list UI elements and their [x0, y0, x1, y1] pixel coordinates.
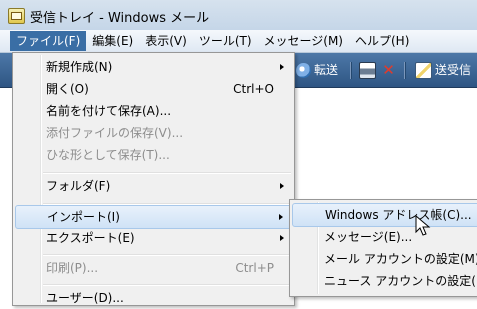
submenu-arrow-icon: [279, 214, 283, 220]
menu-item-label: フォルダ(F): [46, 179, 111, 193]
menu-view[interactable]: 表示(V): [139, 31, 193, 51]
submenu-arrow-icon: [280, 183, 284, 189]
menu-item-save-as[interactable]: 名前を付けて保存(A)...: [15, 100, 292, 122]
menu-item-export[interactable]: エクスポート(E): [15, 227, 292, 249]
menu-item-save-attachments[interactable]: 添付ファイルの保存(V)...: [15, 122, 292, 144]
submenu-item-news-account-settings[interactable]: ニュース アカウントの設定(N)...: [292, 270, 477, 292]
forward-icon: [296, 63, 311, 78]
menu-item-label: 名前を付けて保存(A)...: [46, 104, 172, 118]
menu-item-label: ユーザー(D)...: [46, 291, 124, 305]
menu-item-save-as-template[interactable]: ひな形として保存(T)...: [15, 144, 292, 166]
printer-icon: [359, 62, 376, 79]
menu-tools[interactable]: ツール(T): [193, 31, 258, 51]
menu-item-label: 開く(O): [46, 82, 89, 96]
send-receive-button[interactable]: 送受信: [415, 61, 471, 79]
mail-app-icon: [8, 8, 25, 24]
send-receive-label: 送受信: [435, 63, 472, 77]
menu-item-import[interactable]: インポート(I): [15, 205, 292, 229]
menu-bar: ファイル(F) 編集(E) 表示(V) ツール(T) メッセージ(M) ヘルプ(…: [0, 30, 477, 53]
file-menu-dropdown: 新規作成(N) 開く(O) Ctrl+O 名前を付けて保存(A)... 添付ファ…: [12, 52, 295, 306]
menu-item-new[interactable]: 新規作成(N): [15, 56, 292, 78]
menu-separator: [43, 254, 291, 256]
menu-item-shortcut: Ctrl+O: [233, 82, 274, 96]
menu-message[interactable]: メッセージ(M): [258, 31, 349, 51]
menu-item-label: 新規作成(N): [46, 60, 113, 74]
send-receive-icon: [415, 62, 432, 79]
menu-edit[interactable]: 編集(E): [86, 31, 139, 51]
toolbar-separator: [404, 62, 406, 79]
submenu-item-mail-account-settings[interactable]: メール アカウントの設定(M)...: [292, 248, 477, 270]
toolbar-separator: [350, 62, 352, 79]
forward-button[interactable]: 転送: [296, 61, 338, 79]
import-submenu: Windows アドレス帳(C)... メッセージ(E)... メール アカウン…: [289, 199, 477, 297]
menu-item-label: 添付ファイルの保存(V)...: [46, 126, 184, 140]
menu-file[interactable]: ファイル(F): [10, 31, 87, 51]
submenu-arrow-icon: [280, 64, 284, 70]
menu-item-open[interactable]: 開く(O) Ctrl+O: [15, 78, 292, 100]
print-button[interactable]: [359, 61, 379, 79]
menu-item-print[interactable]: 印刷(P)... Ctrl+P: [15, 257, 292, 279]
delete-x-icon: ✕: [382, 61, 395, 79]
menu-help[interactable]: ヘルプ(H): [349, 31, 415, 51]
menu-item-label: ひな形として保存(T)...: [46, 148, 170, 162]
menu-item-label: インポート(I): [47, 210, 120, 224]
mouse-cursor-icon: [415, 215, 431, 236]
menu-item-label: 印刷(P)...: [46, 261, 99, 275]
submenu-item-label: メール アカウントの設定(M)...: [324, 252, 477, 266]
window-title: 受信トレイ - Windows メール: [30, 11, 210, 26]
submenu-item-windows-address-book[interactable]: Windows アドレス帳(C)...: [292, 203, 477, 227]
mail-window: 受信トレイ - Windows メール ファイル(F) 編集(E) 表示(V) …: [0, 0, 477, 306]
menu-separator: [43, 172, 291, 174]
menu-item-users[interactable]: ユーザー(D)...: [15, 287, 292, 309]
menu-separator: [43, 284, 291, 286]
submenu-item-label: メッセージ(E)...: [324, 230, 413, 244]
submenu-arrow-icon: [280, 235, 284, 241]
menu-item-shortcut: Ctrl+P: [235, 261, 274, 275]
submenu-item-label: ニュース アカウントの設定(N)...: [324, 274, 477, 288]
submenu-item-messages[interactable]: メッセージ(E)...: [292, 226, 477, 248]
menu-item-folder[interactable]: フォルダ(F): [15, 175, 292, 197]
submenu-item-label: Windows アドレス帳(C)...: [325, 208, 472, 222]
title-bar: 受信トレイ - Windows メール: [0, 0, 477, 31]
delete-button[interactable]: ✕: [381, 61, 399, 79]
menu-item-label: エクスポート(E): [46, 231, 135, 245]
forward-label: 転送: [314, 63, 339, 77]
